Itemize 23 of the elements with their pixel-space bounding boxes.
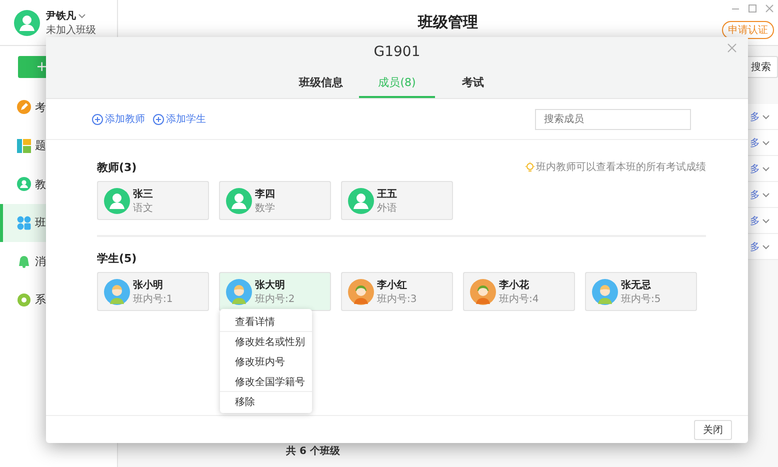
member-name: 王五 (377, 188, 397, 200)
class-count: 共 6 个班级 (286, 444, 340, 458)
member-name: 张大明 (255, 278, 286, 292)
member-name: 张小明 (133, 278, 164, 292)
member-number: 班内号:3 (377, 292, 417, 306)
member-name: 李四 (255, 188, 275, 200)
member-subject: 外语 (377, 202, 397, 214)
section-heading: 学生(5) (97, 250, 137, 266)
member-name: 李小红 (377, 278, 408, 292)
hint-text: 班内教师可以查看本班的所有考试成绩 (536, 160, 706, 174)
member-number: 班内号:4 (499, 292, 539, 306)
member-name: 张无忌 (621, 278, 652, 292)
member-name: 张三 (133, 188, 153, 200)
user-status: 未加入班级 (46, 24, 96, 36)
member-number: 班内号:1 (133, 292, 173, 306)
page-title: 班级管理 (418, 13, 478, 32)
member-subject: 数学 (255, 202, 275, 214)
member-number: 班内号:5 (621, 292, 661, 306)
section-heading: 教师(3) (97, 160, 137, 174)
member-subject: 语文 (133, 202, 153, 214)
dialog-title: G1901 (374, 43, 420, 62)
member-number: 班内号:2 (255, 292, 295, 306)
member-name: 李小花 (499, 278, 530, 292)
